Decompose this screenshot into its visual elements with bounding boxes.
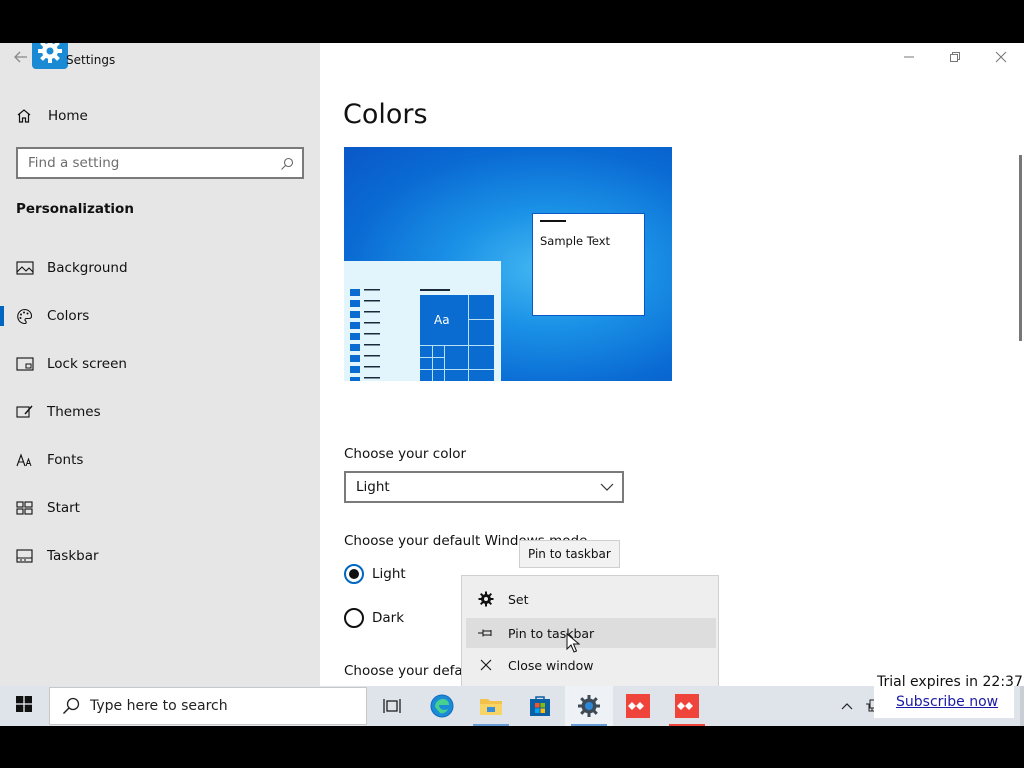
preview-app-lines xyxy=(364,289,380,381)
settings-search-input[interactable] xyxy=(28,149,268,177)
restore-icon[interactable] xyxy=(945,51,965,67)
jumplist-pin-item[interactable]: Pin to taskbar xyxy=(466,618,716,648)
radio-button-unchecked[interactable] xyxy=(344,608,364,628)
sidebar-item-background[interactable]: Background xyxy=(0,250,320,286)
search-icon xyxy=(62,697,80,715)
preview-tile-label: Aa xyxy=(434,313,450,327)
sidebar-item-label: Themes xyxy=(47,404,101,420)
taskbar-icon xyxy=(16,549,34,563)
task-view-icon[interactable] xyxy=(368,686,416,726)
sidebar-item-start[interactable]: Start xyxy=(0,490,320,526)
taskbar-search-placeholder: Type here to search xyxy=(90,698,228,714)
jumplist-close-item[interactable]: Close window xyxy=(466,650,716,680)
home-icon xyxy=(16,108,34,124)
sidebar-item-fonts[interactable]: Fonts xyxy=(0,442,320,478)
sidebar-item-home[interactable]: Home xyxy=(16,105,88,127)
search-icon[interactable] xyxy=(280,156,294,175)
jumplist-pin-label: Pin to taskbar xyxy=(508,625,595,641)
choose-color-label: Choose your color xyxy=(344,446,467,462)
color-preview: Aa Sample Text xyxy=(344,147,672,381)
anydesk-icon[interactable] xyxy=(663,686,711,726)
section-title: Personalization xyxy=(16,201,134,217)
settings-app-icon xyxy=(32,43,68,69)
radio-light-label: Light xyxy=(372,566,406,582)
content-scrollbar[interactable] xyxy=(1019,155,1022,341)
taskbar-jump-list: Set Pin to taskbar Close window xyxy=(461,575,719,686)
radio-light[interactable]: Light xyxy=(344,563,406,585)
preview-sample-text: Sample Text xyxy=(540,234,611,248)
radio-dark[interactable]: Dark xyxy=(344,607,404,629)
preview-sample-window: Sample Text xyxy=(532,213,645,316)
sidebar-item-label: Colors xyxy=(47,308,90,324)
sidebar-item-label: Lock screen xyxy=(47,356,127,372)
sidebar-item-label: Start xyxy=(47,500,80,516)
anydesk-icon[interactable] xyxy=(614,686,662,726)
choose-color-dropdown[interactable]: Light xyxy=(344,471,624,503)
sidebar-item-themes[interactable]: Themes xyxy=(0,394,320,430)
sidebar-item-label: Taskbar xyxy=(47,548,99,564)
sidebar-item-colors[interactable]: Colors xyxy=(0,298,320,334)
settings-search-box[interactable] xyxy=(16,147,304,179)
preview-start-menu: Aa xyxy=(344,261,501,381)
sidebar: Settings Home Personalization Background xyxy=(0,43,320,686)
minimize-icon[interactable] xyxy=(899,51,919,67)
start-button[interactable] xyxy=(0,686,48,726)
settings-window: Settings Home Personalization Background xyxy=(0,43,1024,686)
back-arrow-icon[interactable] xyxy=(14,51,34,67)
page-title: Colors xyxy=(343,99,428,130)
store-icon[interactable] xyxy=(516,686,564,726)
jumplist-close-label: Close window xyxy=(508,657,594,673)
mouse-cursor-icon xyxy=(566,632,581,657)
taskbar: Type here to search xyxy=(0,686,1024,726)
font-icon xyxy=(16,452,34,468)
pin-icon xyxy=(476,628,496,638)
choose-color-value: Light xyxy=(356,479,390,495)
desktop-screen: Settings Home Personalization Background xyxy=(0,0,1024,768)
jumplist-settings-label: Set xyxy=(508,591,529,607)
jumplist-settings-item[interactable]: Set xyxy=(466,584,716,614)
sidebar-home-label: Home xyxy=(48,108,88,124)
windows-logo-icon xyxy=(16,696,32,716)
picture-icon xyxy=(16,261,34,275)
trial-expires-text: Trial expires in 22:37 xyxy=(877,674,1023,690)
running-indicator xyxy=(473,724,509,726)
start-tiles-icon xyxy=(16,501,34,515)
radio-button-checked[interactable] xyxy=(344,564,364,584)
file-explorer-icon[interactable] xyxy=(467,686,515,726)
brush-icon xyxy=(16,404,34,420)
taskbar-search-box[interactable]: Type here to search xyxy=(49,687,367,725)
preview-tiles: Aa xyxy=(420,295,494,381)
gear-icon xyxy=(476,591,496,607)
show-desktop-button[interactable] xyxy=(1020,686,1024,726)
radio-dark-label: Dark xyxy=(372,610,405,626)
running-indicator xyxy=(571,724,607,726)
close-icon[interactable] xyxy=(991,51,1011,67)
selection-indicator xyxy=(0,306,4,326)
palette-icon xyxy=(16,308,34,325)
sidebar-item-label: Background xyxy=(47,260,128,276)
edge-icon[interactable] xyxy=(418,686,466,726)
app-mode-label: Choose your defau xyxy=(344,663,472,679)
settings-taskbar-icon[interactable] xyxy=(565,686,613,726)
sidebar-item-taskbar[interactable]: Taskbar xyxy=(0,538,320,574)
trial-banner: Trial expires in 22:37 Subscribe now xyxy=(874,672,1023,718)
close-icon xyxy=(476,659,496,671)
subscribe-link[interactable]: Subscribe now xyxy=(896,694,998,710)
tooltip: Pin to taskbar xyxy=(519,540,620,568)
chevron-down-icon xyxy=(600,480,614,496)
sidebar-item-label: Fonts xyxy=(47,452,84,468)
sidebar-item-lock-screen[interactable]: Lock screen xyxy=(0,346,320,382)
lock-screen-icon xyxy=(16,357,34,371)
preview-tile-header xyxy=(420,289,450,291)
running-indicator xyxy=(669,724,705,726)
window-title: Settings xyxy=(66,53,116,67)
chevron-up-icon[interactable] xyxy=(838,702,856,710)
preview-app-icons xyxy=(350,289,360,381)
